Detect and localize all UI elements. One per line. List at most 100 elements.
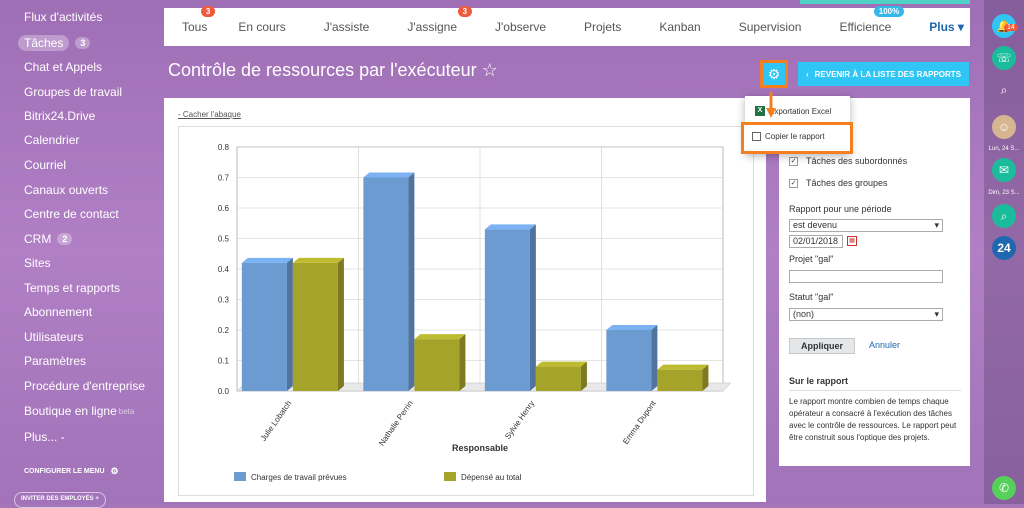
phone-icon[interactable]: ✆ [992, 476, 1016, 500]
sidebar-item[interactable]: Boutique en ligne beta [24, 404, 134, 418]
x-tick-label: Emma Dupont [621, 398, 658, 446]
sidebar-item[interactable]: Flux d'activités [24, 10, 102, 24]
excel-icon: X [755, 106, 765, 116]
sidebar-item-label: Boutique en ligne [24, 404, 117, 418]
legend-label: Charges de travail prévues [251, 473, 347, 482]
sidebar-item-label: Tâches [18, 35, 70, 51]
sidebar-item[interactable]: Plus... - [24, 430, 65, 444]
tab-item[interactable]: J'assiste [305, 20, 389, 34]
about-title: Sur le rapport [789, 376, 849, 386]
project-input[interactable] [789, 270, 943, 283]
tab-item[interactable]: En cours [219, 20, 304, 34]
back-button-label: REVENIR À LA LISTE DES RAPPORTS [814, 69, 962, 79]
y-tick-label: 0.4 [218, 265, 230, 274]
menu-item-copy-report[interactable]: Copier le rapport [752, 132, 825, 141]
tabs-bar: Tous 3 En cours J'assiste J'assigne 3 J'observ… [164, 6, 970, 46]
tab-label: Efficience [839, 20, 892, 34]
groups-checkbox-row[interactable]: ✓ Tâches des groupes [789, 178, 888, 188]
back-to-reports-button[interactable]: ‹ REVENIR À LA LISTE DES RAPPORTS [798, 62, 969, 86]
apply-button[interactable]: Appliquer [789, 338, 855, 354]
sidebar-item[interactable]: Abonnement [24, 305, 92, 319]
about-text: Le rapport montre combien de temps chaqu… [789, 397, 957, 442]
y-tick-label: 0.1 [218, 357, 230, 366]
sidebar-item-label: Bitrix24.Drive [24, 109, 96, 123]
checkbox-checked[interactable]: ✓ [789, 156, 798, 166]
bar-top [606, 325, 658, 330]
beta-badge: beta [118, 406, 135, 416]
sidebar-item[interactable]: Sites [24, 256, 51, 270]
sidebar-item[interactable]: Bitrix24.Drive [24, 109, 95, 123]
tab-item[interactable]: Efficience 100% [820, 6, 910, 34]
sidebar-item-label: Flux d'activités [24, 10, 103, 24]
tab-label: En cours [238, 20, 286, 34]
sidebar-item[interactable]: Utilisateurs [24, 330, 83, 344]
checkbox-label: Tâches des subordonnés [806, 156, 908, 166]
copy-report-highlight: Copier le rapport [741, 122, 853, 154]
divider [789, 390, 961, 391]
bar-top [363, 172, 415, 178]
tab-label: J'assiste [323, 20, 370, 34]
period-select[interactable]: est devenu [789, 219, 943, 232]
cancel-link[interactable]: Annuler [869, 340, 900, 350]
sidebar-item[interactable]: Groupes de travail [24, 85, 122, 99]
sidebar-item[interactable]: CRM 2 [24, 232, 73, 246]
sidebar-item[interactable]: Canaux ouverts [24, 183, 108, 197]
megaphone-icon[interactable]: ✉ [992, 158, 1016, 182]
avatar[interactable]: ☺ [992, 115, 1016, 139]
task-search-icon[interactable]: ⌕ [992, 204, 1016, 228]
bar [414, 339, 460, 391]
sidebar-item[interactable]: Chat et Appels [24, 60, 102, 74]
tab-item[interactable]: Supervision [720, 20, 821, 34]
tab-item[interactable]: Plus ▾ [910, 20, 983, 34]
search-icon[interactable]: ⌕ [992, 78, 1016, 102]
y-tick-label: 0.0 [218, 387, 230, 396]
sidebar-item-label: Paramètres [24, 354, 87, 368]
bitrix24-icon[interactable]: 24 [992, 236, 1016, 260]
bar-side [459, 334, 466, 391]
bar-top [292, 257, 344, 263]
bar [606, 330, 652, 391]
tab-item[interactable]: Projets [565, 20, 640, 34]
chat-icon[interactable]: ☏ [992, 46, 1016, 70]
bar-side [286, 257, 293, 391]
invite-employees-button[interactable]: INVITER DES EMPLOYÉS + [14, 492, 106, 508]
bar [292, 262, 338, 391]
sidebar-item-label: Groupes de travail [24, 85, 123, 99]
gear-icon: ⚙ [110, 466, 119, 476]
rail-date-2: Dim, 23 S... [988, 190, 1020, 196]
x-axis-label: Responsable [452, 443, 508, 453]
tab-item[interactable]: Tous 3 [164, 6, 219, 34]
date-input[interactable]: 02/01/2018 [789, 235, 843, 248]
sidebar-item[interactable]: Calendrier [24, 133, 79, 147]
tab-label: Plus ▾ [929, 20, 964, 34]
sidebar-item[interactable]: Procédure d'entreprise [24, 379, 145, 393]
subordinates-checkbox-row[interactable]: ✓ Tâches des subordonnés [789, 156, 907, 166]
tab-item[interactable]: J'assigne 3 [388, 6, 476, 34]
sidebar-item[interactable]: Temps et rapports [24, 281, 120, 295]
tab-label: Kanban [659, 20, 701, 34]
settings-button[interactable]: ⚙ [760, 60, 788, 88]
project-label: Projet "gal" [789, 254, 834, 264]
configure-menu-button[interactable]: CONFIGURER LE MENU ⚙ [24, 466, 119, 477]
sidebar-item[interactable]: Paramètres [24, 354, 86, 368]
sidebar-item[interactable]: Tâches 3 [18, 35, 91, 51]
tab-item[interactable]: Kanban [640, 20, 719, 34]
sidebar-item[interactable]: Courriel [24, 158, 66, 172]
bar-side [580, 361, 587, 391]
checkbox-checked[interactable]: ✓ [789, 178, 798, 188]
status-label: Statut "gal" [789, 292, 834, 302]
y-tick-label: 0.3 [218, 296, 230, 305]
chevron-left-icon: ‹ [805, 69, 809, 79]
calendar-icon[interactable]: ▦ [847, 236, 857, 246]
hide-chart-link[interactable]: - Cacher l'abaque [178, 110, 241, 119]
status-select[interactable]: (non) [789, 308, 943, 321]
sidebar-item-label: Sites [24, 256, 51, 270]
sidebar-item-label: Temps et rapports [24, 281, 121, 295]
period-label: Rapport pour une période [789, 204, 892, 214]
arrow-pointer [766, 92, 776, 118]
sidebar-item[interactable]: Centre de contact [24, 207, 119, 221]
tab-item[interactable]: J'observe [476, 20, 565, 34]
x-tick-label: Sylvie Henry [503, 399, 536, 441]
tab-badge: 3 [200, 6, 216, 17]
legend-swatch [444, 472, 456, 481]
